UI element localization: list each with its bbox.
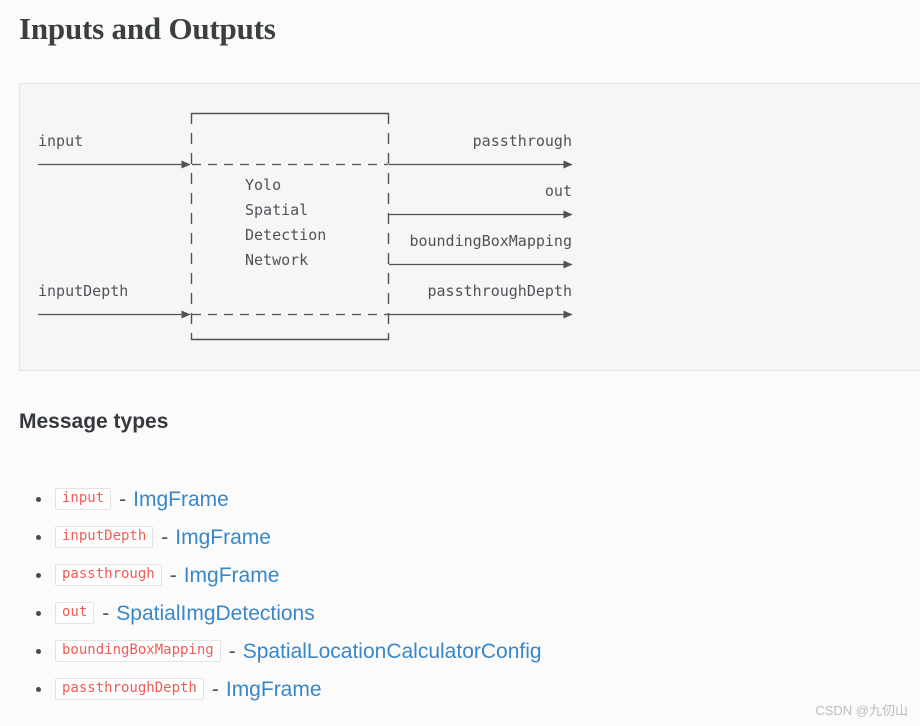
message-type-link[interactable]: ImgFrame: [226, 679, 322, 700]
separator-dash: -: [169, 563, 177, 587]
separator-dash: -: [102, 601, 110, 625]
separator-dash: -: [228, 639, 236, 663]
message-type-link[interactable]: ImgFrame: [184, 565, 280, 586]
diagram-stage: input inputDepth Yolo Spatial Detection …: [20, 84, 920, 370]
message-types-list: input - ImgFrame inputDepth - ImgFrame p…: [0, 480, 900, 708]
diagram-node-name-line-1: Yolo: [245, 176, 282, 194]
bullet-icon: [36, 649, 41, 654]
message-type-link[interactable]: ImgFrame: [175, 527, 271, 548]
list-item: passthroughDepth - ImgFrame: [0, 670, 900, 708]
diagram-node-name-line-3: Detection: [245, 226, 327, 244]
bullet-icon: [36, 573, 41, 578]
io-diagram-panel: input inputDepth Yolo Spatial Detection …: [19, 83, 920, 371]
message-name-code: passthroughDepth: [55, 677, 204, 701]
message-name-code: input: [55, 487, 112, 511]
watermark: CSDN @九仞山: [815, 703, 908, 718]
list-item: boundingBoxMapping - SpatialLocationCalc…: [0, 632, 900, 670]
message-type-link[interactable]: SpatialImgDetections: [116, 603, 314, 624]
list-item: passthrough - ImgFrame: [0, 556, 900, 594]
message-name-code: out: [55, 601, 95, 625]
diagram-input-label-input: input: [38, 132, 84, 150]
separator-dash: -: [119, 487, 127, 511]
list-item: out - SpatialImgDetections: [0, 594, 900, 632]
bullet-icon: [36, 687, 41, 692]
message-name-code: boundingBoxMapping: [55, 639, 221, 663]
diagram-node-name-line-2: Spatial: [245, 201, 309, 219]
diagram-output-label-out: out: [544, 182, 572, 200]
message-type-link[interactable]: ImgFrame: [133, 489, 229, 510]
bullet-icon: [36, 535, 41, 540]
bullet-icon: [36, 611, 41, 616]
section-heading-message-types: Message types: [19, 410, 169, 433]
diagram-output-label-boundingboxmapping: boundingBoxMapping: [409, 232, 572, 250]
separator-dash: -: [161, 525, 169, 549]
diagram-svg: [38, 112, 573, 341]
page-title: Inputs and Outputs: [19, 11, 276, 46]
message-type-link[interactable]: SpatialLocationCalculatorConfig: [243, 641, 542, 662]
list-item: input - ImgFrame: [0, 480, 900, 518]
diagram-output-label-passthrough: passthrough: [472, 132, 572, 150]
separator-dash: -: [211, 677, 219, 701]
diagram-output-label-passthroughdepth: passthroughDepth: [427, 282, 573, 300]
message-name-code: passthrough: [55, 563, 162, 587]
diagram-node-name-line-4: Network: [245, 251, 309, 269]
message-name-code: inputDepth: [55, 525, 154, 549]
diagram-input-label-inputdepth: inputDepth: [38, 282, 129, 300]
bullet-icon: [36, 497, 41, 502]
list-item: inputDepth - ImgFrame: [0, 518, 900, 556]
